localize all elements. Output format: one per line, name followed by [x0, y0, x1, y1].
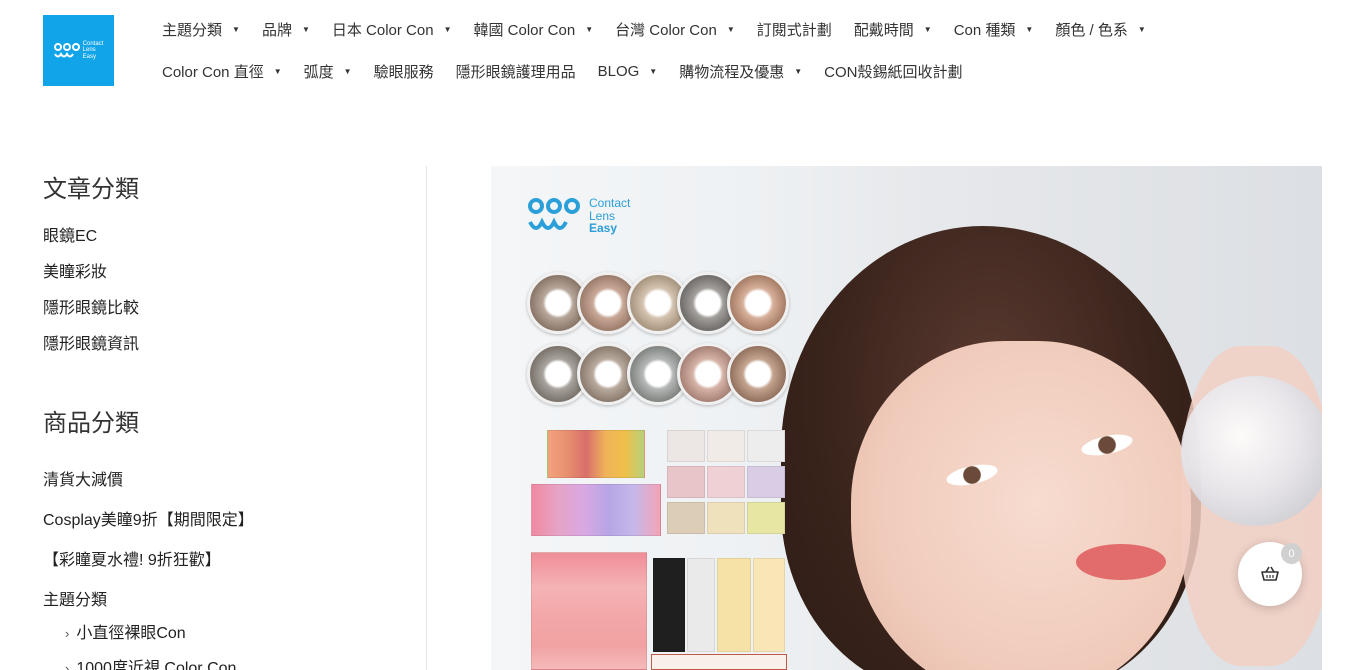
nav-row-1: 主題分類 ▼ 品牌 ▼ 日本 Color Con ▼ 韓國 Color Con ▼ 台灣…: [162, 8, 1336, 50]
sidebar-sublink-1000-degree[interactable]: › 1000度近視 Color Con: [65, 654, 236, 670]
logo-text: Contact Lens Easy: [82, 40, 104, 60]
caret-down-icon: ▼: [232, 24, 240, 34]
product-box: [747, 430, 785, 462]
article-categories-title: 文章分類: [43, 176, 139, 203]
sidebar-link-makeup[interactable]: 美瞳彩妝: [43, 258, 107, 282]
site-logo[interactable]: Contact Lens Easy: [43, 15, 114, 86]
nav-item-subscription[interactable]: 訂閱式計劃: [757, 19, 832, 40]
banner-logo-text: Contact Lens Easy: [589, 196, 631, 236]
sidebar-link-info[interactable]: 隱形眼鏡資訊: [43, 330, 139, 354]
caret-down-icon: ▼: [1137, 24, 1146, 34]
main-navigation: 主題分類 ▼ 品牌 ▼ 日本 Color Con ▼ 韓國 Color Con ▼ 台灣…: [162, 0, 1336, 92]
nav-item-curve[interactable]: 弧度 ▼: [304, 61, 352, 82]
product-box: [531, 484, 661, 536]
product-box: [707, 502, 745, 534]
caret-down-icon: ▼: [343, 66, 352, 76]
caret-down-icon: ▼: [301, 24, 310, 34]
hero-banner[interactable]: Contact Lens Easy: [491, 166, 1322, 670]
nav-item-brands[interactable]: 品牌 ▼: [262, 19, 310, 40]
caret-down-icon: ▼: [443, 24, 452, 34]
product-box: [707, 430, 745, 462]
nav-item-korea-color-con[interactable]: 韓國 Color Con ▼: [474, 19, 594, 40]
caret-down-icon: ▼: [649, 66, 658, 76]
product-box: [747, 502, 785, 534]
caret-down-icon: ▼: [1025, 24, 1034, 34]
product-box: [707, 466, 745, 498]
nav-row-2: Color Con 直徑 ▼ 弧度 ▼ 驗眼服務 隱形眼鏡護理用品 BLOG ▼ 購物…: [162, 50, 1336, 92]
product-box: [531, 552, 647, 670]
caret-down-icon: ▼: [794, 66, 803, 76]
sidebar-sublink-small-diameter[interactable]: › 小直徑裸眼Con: [65, 619, 186, 643]
nav-item-diameter[interactable]: Color Con 直徑 ▼: [162, 61, 282, 82]
sidebar-link-themes[interactable]: 主題分類: [43, 586, 107, 610]
nav-item-blog[interactable]: BLOG ▼: [598, 63, 658, 80]
product-box: [667, 466, 705, 498]
caret-down-icon: ▼: [585, 24, 594, 34]
nav-item-themes[interactable]: 主題分類 ▼: [162, 19, 240, 40]
banner-logo: Contact Lens Easy: [527, 196, 630, 236]
product-box: [547, 430, 645, 478]
sidebar-link-summer-sale[interactable]: 【彩瞳夏水禮! 9折狂歡】: [43, 546, 221, 570]
product-box: [653, 558, 685, 652]
sidebar-link-cosplay[interactable]: Cosplay美瞳9折【期間限定】: [43, 506, 254, 530]
caret-down-icon: ▼: [923, 24, 932, 34]
sidebar-link-compare[interactable]: 隱形眼鏡比較: [43, 294, 139, 318]
product-box: [651, 654, 787, 670]
product-box: [667, 430, 705, 462]
product-box: [687, 558, 715, 652]
nav-item-care-products[interactable]: 隱形眼鏡護理用品: [456, 61, 576, 82]
chevron-right-icon: ›: [65, 661, 70, 670]
logo-circles-icon: [53, 42, 80, 57]
nav-item-con-types[interactable]: Con 種類 ▼: [954, 19, 1034, 40]
product-box: [667, 502, 705, 534]
product-box: [753, 558, 785, 652]
nav-item-recycling[interactable]: CON殼錫紙回收計劃: [824, 61, 962, 82]
caret-down-icon: ▼: [273, 66, 282, 76]
nav-item-shopping-guide[interactable]: 購物流程及優惠 ▼: [679, 61, 802, 82]
lens-sample: [727, 343, 789, 405]
sidebar-divider: [426, 166, 427, 670]
crystal-ball: [1181, 376, 1322, 526]
chevron-right-icon: ›: [65, 626, 70, 641]
nav-item-wear-time[interactable]: 配戴時間 ▼: [854, 19, 932, 40]
caret-down-icon: ▼: [726, 24, 735, 34]
sidebar-link-clearance[interactable]: 清貨大減價: [43, 466, 123, 490]
model-face: [851, 341, 1191, 670]
cart-count-badge: 0: [1281, 543, 1302, 564]
sidebar-link-glasses-ec[interactable]: 眼鏡EC: [43, 222, 97, 246]
model-lips: [1076, 544, 1166, 580]
product-box: [717, 558, 751, 652]
product-box: [747, 466, 785, 498]
nav-item-eye-exam[interactable]: 驗眼服務: [374, 61, 434, 82]
nav-item-japan-color-con[interactable]: 日本 Color Con ▼: [332, 19, 452, 40]
nav-item-taiwan-color-con[interactable]: 台灣 Color Con ▼: [615, 19, 735, 40]
lens-sample: [727, 272, 789, 334]
basket-icon: [1261, 566, 1279, 581]
nav-item-colors[interactable]: 顏色 / 色系 ▼: [1055, 19, 1145, 40]
product-categories-title: 商品分類: [43, 410, 139, 437]
logo-circles-icon: [528, 198, 580, 230]
